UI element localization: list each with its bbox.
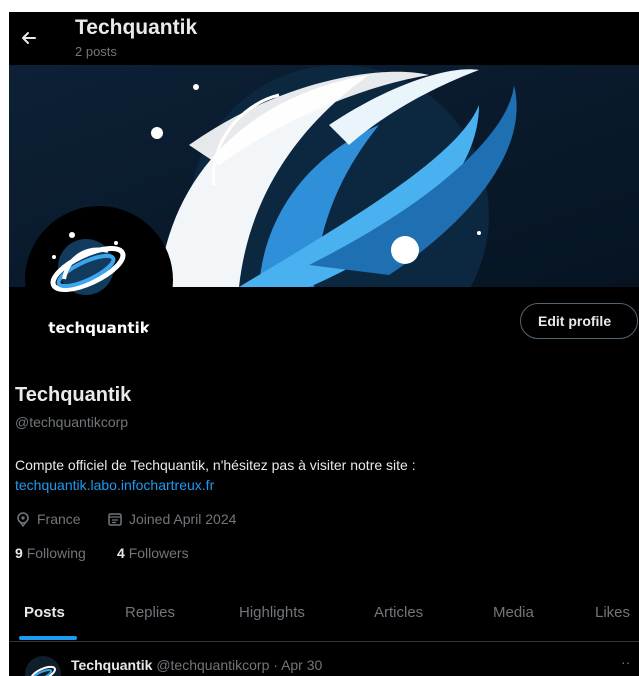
followers-label: Followers [128,545,189,561]
following-label: Following [26,545,86,561]
post-handle[interactable]: @techquantikcorp [156,657,269,673]
profile-name: Techquantik [15,384,132,406]
post-author[interactable]: Techquantik [71,657,152,673]
back-button[interactable] [15,24,43,52]
followers-count: 4 [117,545,125,561]
post-separator: · [273,657,278,673]
profile-joined: Joined April 2024 [107,511,236,527]
profile-avatar[interactable]: techquantik [25,206,173,354]
post-avatar-logo [30,665,56,676]
profile-bio: Compte officiel de Techquantik, n'hésite… [15,457,416,473]
location-text: France [37,511,81,527]
followers-link[interactable]: 4 Followers [117,545,189,561]
post-more-button[interactable]: ·· [621,654,630,670]
post-date[interactable]: Apr 30 [281,657,322,673]
post-header: Techquantik @techquantikcorp · Apr 30 [71,657,322,673]
active-tab-indicator [19,636,77,640]
tab-articles[interactable]: Articles [374,604,423,621]
header-post-count: 2 posts [75,44,117,59]
profile-page: Techquantik 2 posts techquantik Edit pro… [9,12,639,676]
profile-website-link[interactable]: techquantik.labo.infochartreux.fr [15,477,214,493]
tab-posts[interactable]: Posts [24,604,65,621]
location-pin-icon [17,512,29,527]
profile-handle: @techquantikcorp [15,414,129,430]
following-count: 9 [15,545,23,561]
avatar-wordmark: techquantik [48,319,150,337]
edit-profile-button[interactable]: Edit profile [520,303,638,339]
tab-likes[interactable]: Likes [595,604,630,621]
arrow-left-icon [22,32,36,44]
calendar-icon [108,513,122,526]
profile-location: France [15,511,81,527]
tabs-divider [9,641,639,642]
tab-replies[interactable]: Replies [125,604,175,621]
following-link[interactable]: 9 Following [15,545,86,561]
tab-highlights[interactable]: Highlights [239,604,305,621]
tab-media[interactable]: Media [493,604,534,621]
top-header: Techquantik 2 posts [9,12,639,65]
joined-text: Joined April 2024 [129,511,237,527]
header-title: Techquantik [75,16,198,39]
post-avatar[interactable] [25,656,61,676]
